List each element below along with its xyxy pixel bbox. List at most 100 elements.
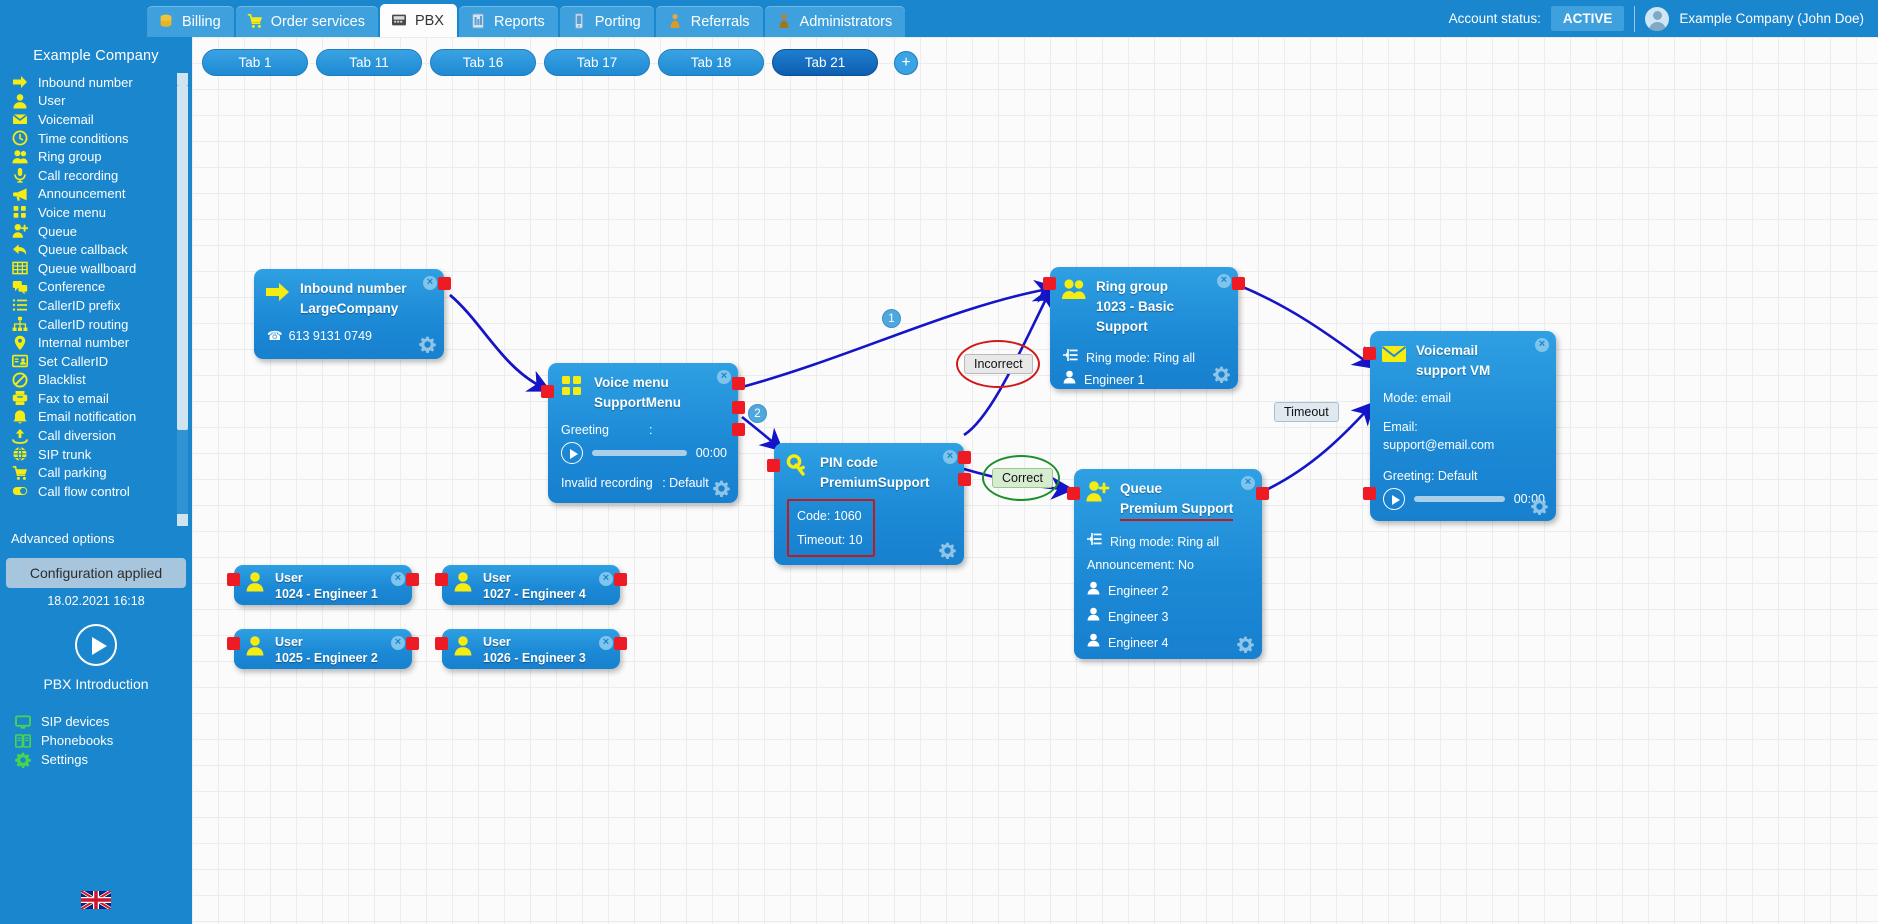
sidebar-item-phonebooks[interactable]: Phonebooks [11,731,192,750]
node-port-out[interactable] [614,637,627,650]
node-user-1[interactable]: × User 1024 - Engineer 1 [227,565,419,605]
nav-tab-porting[interactable]: Porting [559,6,654,37]
configuration-applied-button[interactable]: Configuration applied [6,558,186,588]
node-user-3[interactable]: × User 1025 - Engineer 2 [227,629,419,669]
node-inbound-number[interactable]: × Inbound number LargeCompany ☎ 613 9131 … [254,269,451,359]
sidebar-item-call-recording[interactable]: Call recording [8,166,192,185]
flow-canvas[interactable]: Tab 1 Tab 11 Tab 16 Tab 17 Tab 18 Tab 21 + × I… [192,37,1878,924]
gear-icon[interactable] [419,336,436,354]
account-name[interactable]: Example Company (John Doe) [1679,11,1864,26]
flow-tab-tab-17[interactable]: Tab 17 [544,49,650,76]
close-icon[interactable]: × [1217,274,1231,288]
gear-icon[interactable] [939,542,956,560]
audio-progress-bar[interactable] [1414,496,1505,502]
gear-icon[interactable] [1237,636,1254,654]
sidebar-item-announcement[interactable]: Announcement [8,185,192,204]
node-user-4[interactable]: × User 1026 - Engineer 3 [435,629,627,669]
sidebar-item-voicemail[interactable]: Voicemail [8,110,192,129]
sidebar-item-inbound-number[interactable]: Inbound number [8,73,192,92]
sidebar-item-sip-devices[interactable]: SIP devices [11,712,192,731]
scrollbar-thumb[interactable] [177,85,188,430]
gear-icon[interactable] [1531,498,1548,516]
node-port-in-2[interactable] [1363,487,1376,500]
close-icon[interactable]: × [1535,338,1549,352]
node-port-out-1[interactable] [732,377,745,390]
node-port-out-correct[interactable] [958,473,971,486]
sidebar-item-call-parking[interactable]: Call parking [8,463,192,482]
node-port-out[interactable] [406,637,419,650]
sidebar-item-internal-number[interactable]: Internal number [8,333,192,352]
sidebar-item-ring-group[interactable]: Ring group [8,147,192,166]
gear-icon[interactable] [713,480,730,498]
nav-tab-referrals[interactable]: Referrals [655,6,763,37]
avatar[interactable] [1645,6,1670,31]
pbx-introduction-label[interactable]: PBX Introduction [0,676,192,692]
sidebar-item-voice-menu[interactable]: Voice menu [8,203,192,222]
node-port-out[interactable] [438,277,451,290]
node-port-out[interactable] [1256,487,1269,500]
nav-tab-administrators[interactable]: Administrators [764,6,906,37]
node-ring-group[interactable]: × Ring group 1023 - Basic Support Ring m… [1043,267,1245,389]
node-port-out[interactable] [1232,277,1245,290]
sidebar-item-call-diversion[interactable]: Call diversion [8,426,192,445]
close-icon[interactable]: × [391,572,405,586]
sidebar-item-callerid-prefix[interactable]: CallerID prefix [8,296,192,315]
node-port-in[interactable] [1067,487,1080,500]
node-port-in[interactable] [227,573,240,586]
sidebar-item-email-notification[interactable]: Email notification [8,408,192,427]
node-port-out[interactable] [406,573,419,586]
close-icon[interactable]: × [717,370,731,384]
flow-tab-tab-16[interactable]: Tab 16 [430,49,536,76]
node-voicemail[interactable]: × Voicemail support VM Mode: email Email… [1363,331,1556,521]
play-icon[interactable] [1383,488,1405,510]
flow-tab-tab-11[interactable]: Tab 11 [316,49,422,76]
node-port-in[interactable] [435,637,448,650]
nav-tab-pbx[interactable]: PBX [379,4,457,37]
nav-tab-billing[interactable]: Billing [147,6,234,37]
close-icon[interactable]: × [423,276,437,290]
sidebar-item-blacklist[interactable]: Blacklist [8,371,192,390]
node-user-2[interactable]: × User 1027 - Engineer 4 [435,565,627,605]
node-voice-menu[interactable]: × Voice menu SupportMenu Greeting : 00:0… [541,363,745,503]
close-icon[interactable]: × [1241,476,1255,490]
play-icon[interactable] [561,442,583,464]
sidebar-item-advanced-options[interactable]: Advanced options [0,526,192,546]
close-icon[interactable]: × [599,636,613,650]
sidebar-item-settings[interactable]: Settings [11,750,192,769]
nav-tab-reports[interactable]: Reports [458,6,558,37]
sidebar-item-set-callerid[interactable]: Set CallerID [8,352,192,371]
node-port-out-incorrect[interactable] [958,451,971,464]
sidebar-item-time-conditions[interactable]: Time conditions [8,129,192,148]
node-pin-code[interactable]: × PIN code PremiumSupport Code: 1060 Tim… [767,443,971,565]
nav-tab-order-services[interactable]: Order services [235,6,378,37]
node-port-in-1[interactable] [1363,347,1376,360]
close-icon[interactable]: × [599,572,613,586]
sidebar-item-sip-trunk[interactable]: SIP trunk [8,445,192,464]
gear-icon[interactable] [1213,366,1230,384]
audio-progress-bar[interactable] [592,450,687,456]
node-port-in[interactable] [227,637,240,650]
sidebar-item-user[interactable]: User [8,92,192,111]
flow-tab-tab-18[interactable]: Tab 18 [658,49,764,76]
close-icon[interactable]: × [943,450,957,464]
flow-tab-tab-1[interactable]: Tab 1 [202,49,308,76]
flow-tab-tab-21[interactable]: Tab 21 [772,49,878,76]
node-port-out[interactable] [614,573,627,586]
node-port-out-2[interactable] [732,401,745,414]
scroll-down-arrow-icon[interactable] [177,514,188,526]
sidebar-item-queue[interactable]: Queue [8,222,192,241]
sidebar-item-queue-wallboard[interactable]: Queue wallboard [8,259,192,278]
sidebar-scrollbar[interactable] [177,73,188,526]
scroll-up-arrow-icon[interactable] [177,73,188,85]
node-port-in[interactable] [541,385,554,398]
uk-flag-icon[interactable] [0,891,192,914]
close-icon[interactable]: × [391,636,405,650]
node-port-in[interactable] [1043,277,1056,290]
sidebar-item-queue-callback[interactable]: Queue callback [8,240,192,259]
sidebar-item-call-flow-control[interactable]: Call flow control [8,482,192,501]
sidebar-item-callerid-routing[interactable]: CallerID routing [8,315,192,334]
sidebar-item-conference[interactable]: Conference [8,278,192,297]
node-port-in[interactable] [435,573,448,586]
node-port-in[interactable] [767,459,780,472]
add-flow-tab-button[interactable]: + [894,50,918,75]
